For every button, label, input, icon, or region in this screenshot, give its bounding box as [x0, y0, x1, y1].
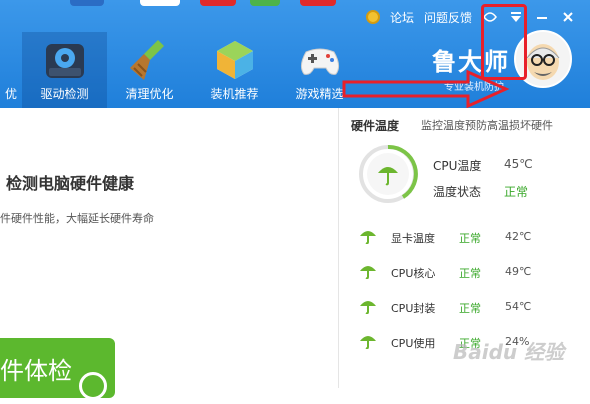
check-button-label: 件体检 [0, 357, 72, 385]
feedback-link[interactable]: 问题反馈 [424, 9, 472, 26]
desktop-icon-strip [0, 0, 360, 8]
row-label: CPU使用 [391, 337, 436, 350]
gamepad-icon [298, 38, 342, 82]
broom-icon [128, 38, 172, 82]
page-headline: 检测电脑硬件健康 [6, 174, 135, 193]
minimize-icon[interactable] [534, 9, 550, 25]
annotation-arrow-icon [342, 70, 510, 108]
umbrella-icon [360, 301, 376, 314]
nav-item-build[interactable]: 装机推荐 [192, 32, 277, 108]
row-status: 正常 [459, 302, 481, 315]
umbrella-icon [360, 231, 376, 244]
nav-item-partial[interactable]: 优 [0, 32, 22, 108]
row-label: CPU核心 [391, 267, 436, 280]
forum-link[interactable]: 论坛 [390, 9, 414, 26]
cube-icon [213, 38, 257, 82]
nav-item-clean[interactable]: 清理优化 [107, 32, 192, 108]
nav-item-label: 装机推荐 [210, 87, 259, 101]
nav-item-label: 优 [4, 87, 17, 101]
temp-status-value: 正常 [504, 185, 529, 199]
temperature-gauge [359, 144, 418, 203]
medal-icon[interactable] [365, 10, 380, 24]
nav-item-label: 清理优化 [125, 87, 174, 101]
row-value: 54℃ [505, 300, 532, 313]
umbrella-icon [360, 266, 376, 279]
annotation-red-box [481, 4, 527, 80]
row-status: 正常 [459, 232, 481, 245]
close-icon[interactable] [560, 9, 576, 25]
panel-title: 硬件温度 [351, 119, 400, 133]
row-status: 正常 [459, 267, 481, 280]
list-item: 显卡温度 正常 42℃ [339, 224, 590, 259]
list-item: CPU封装 正常 54℃ [339, 294, 590, 329]
cpu-temp-label: CPU温度 [433, 159, 482, 173]
umbrella-icon [360, 336, 376, 349]
row-value: 49℃ [505, 265, 532, 278]
temp-status-label: 温度状态 [433, 185, 482, 199]
watermark: Baidu 经验 [453, 340, 565, 364]
search-icon [79, 372, 107, 400]
row-value: 42℃ [505, 230, 532, 243]
list-item: CPU核心 正常 49℃ [339, 259, 590, 294]
main-nav: 优 驱动检测 清理优化 装机推荐 游戏精选 [0, 32, 362, 108]
row-label: 显卡温度 [391, 232, 435, 245]
hardware-check-button[interactable]: 件体检 [0, 338, 115, 400]
nav-item-label: 驱动检测 [40, 87, 89, 101]
nav-item-driver-check[interactable]: 驱动检测 [22, 32, 107, 108]
row-label: CPU封装 [391, 302, 436, 315]
page-subline: 件硬件性能，大幅延长硬件寿命 [0, 212, 154, 225]
gear-cube-icon [43, 38, 87, 82]
panel-description: 监控温度预防高温损坏硬件 [421, 119, 553, 132]
top-bar: 论坛 问题反馈 [365, 6, 590, 28]
cpu-temp-value: 45℃ [504, 157, 533, 171]
